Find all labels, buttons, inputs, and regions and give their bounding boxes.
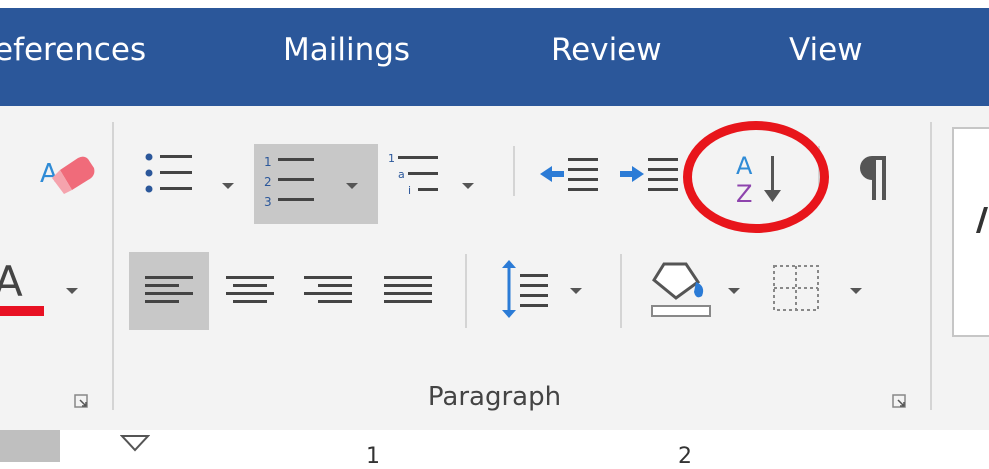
justify-button[interactable]	[378, 252, 438, 330]
svg-text:a: a	[398, 168, 405, 181]
numbering-icon: 1 2 3	[264, 155, 314, 209]
borders-icon	[773, 265, 819, 311]
line-spacing-icon	[502, 260, 548, 318]
decrease-indent-button[interactable]	[536, 148, 606, 206]
ribbon-tab-bar: eferences Mailings Review View	[0, 8, 989, 106]
svg-text:2: 2	[264, 175, 272, 189]
ruler-track[interactable]	[60, 430, 989, 462]
paragraph-dialog-launcher[interactable]	[892, 394, 906, 408]
borders-dropdown-arrow[interactable]	[850, 288, 862, 294]
group-label-paragraph: Paragraph	[427, 382, 562, 412]
shading-button[interactable]	[646, 252, 720, 330]
font-color-icon: A	[0, 257, 44, 316]
dialog-launcher-icon	[74, 394, 88, 408]
svg-text:3: 3	[264, 195, 272, 209]
increase-indent-icon	[620, 158, 678, 191]
center-button[interactable]	[220, 252, 280, 330]
align-right-icon	[304, 276, 352, 303]
line-spacing-dropdown-arrow[interactable]	[570, 288, 582, 294]
group-separator-font	[112, 122, 114, 410]
shading-icon	[651, 262, 711, 317]
decrease-indent-icon	[540, 158, 598, 191]
show-hide-formatting-button[interactable]	[842, 146, 902, 206]
svg-text:i: i	[408, 184, 411, 197]
page-heading-fragment	[0, 0, 989, 8]
separator	[513, 146, 515, 196]
tab-view[interactable]: View	[789, 32, 863, 68]
highlight-circle-annotation	[683, 121, 829, 233]
align-left-button[interactable]	[129, 252, 209, 330]
tab-review[interactable]: Review	[551, 32, 662, 68]
ruler-mark-1: 1	[366, 444, 380, 469]
align-center-icon	[226, 276, 274, 303]
multilevel-dropdown-arrow[interactable]	[462, 183, 474, 189]
font-color-dropdown-arrow[interactable]	[66, 288, 78, 294]
line-spacing-button[interactable]	[492, 252, 562, 330]
ruler-margin	[0, 430, 60, 462]
justify-icon	[384, 276, 432, 303]
increase-indent-button[interactable]	[616, 148, 686, 206]
font-color-button[interactable]: A	[0, 252, 56, 322]
style-preview-icon	[976, 207, 988, 233]
indent-marker-icon	[120, 435, 150, 452]
svg-text:A: A	[40, 159, 58, 189]
tab-mailings[interactable]: Mailings	[283, 32, 410, 68]
first-line-indent-marker[interactable]	[120, 434, 150, 454]
numbering-button[interactable]: 1 2 3	[254, 144, 378, 224]
align-right-button[interactable]	[298, 252, 358, 330]
bullets-dropdown-arrow[interactable]	[222, 183, 234, 189]
multilevel-list-icon: 1 a i	[388, 152, 438, 197]
tab-references[interactable]: eferences	[0, 32, 146, 68]
svg-text:1: 1	[264, 155, 272, 169]
bullets-button[interactable]	[136, 148, 246, 206]
clear-formatting-button[interactable]: A	[20, 148, 100, 198]
ruler-mark-2: 2	[678, 444, 692, 469]
separator	[465, 254, 467, 328]
group-separator-styles	[930, 122, 932, 410]
borders-button[interactable]	[766, 258, 826, 318]
shading-dropdown-arrow[interactable]	[728, 288, 740, 294]
svg-text:A: A	[0, 257, 23, 306]
styles-gallery[interactable]	[952, 127, 989, 337]
align-left-icon	[145, 276, 193, 303]
numbering-dropdown-arrow[interactable]	[346, 183, 358, 189]
dialog-launcher-icon	[892, 394, 906, 408]
bullets-icon	[145, 153, 192, 193]
pilcrow-icon	[860, 156, 886, 200]
svg-text:1: 1	[388, 152, 395, 165]
multilevel-list-button[interactable]: 1 a i	[384, 148, 484, 206]
eraser-icon: A	[40, 156, 95, 194]
font-dialog-launcher[interactable]	[74, 394, 88, 408]
separator	[620, 254, 622, 328]
